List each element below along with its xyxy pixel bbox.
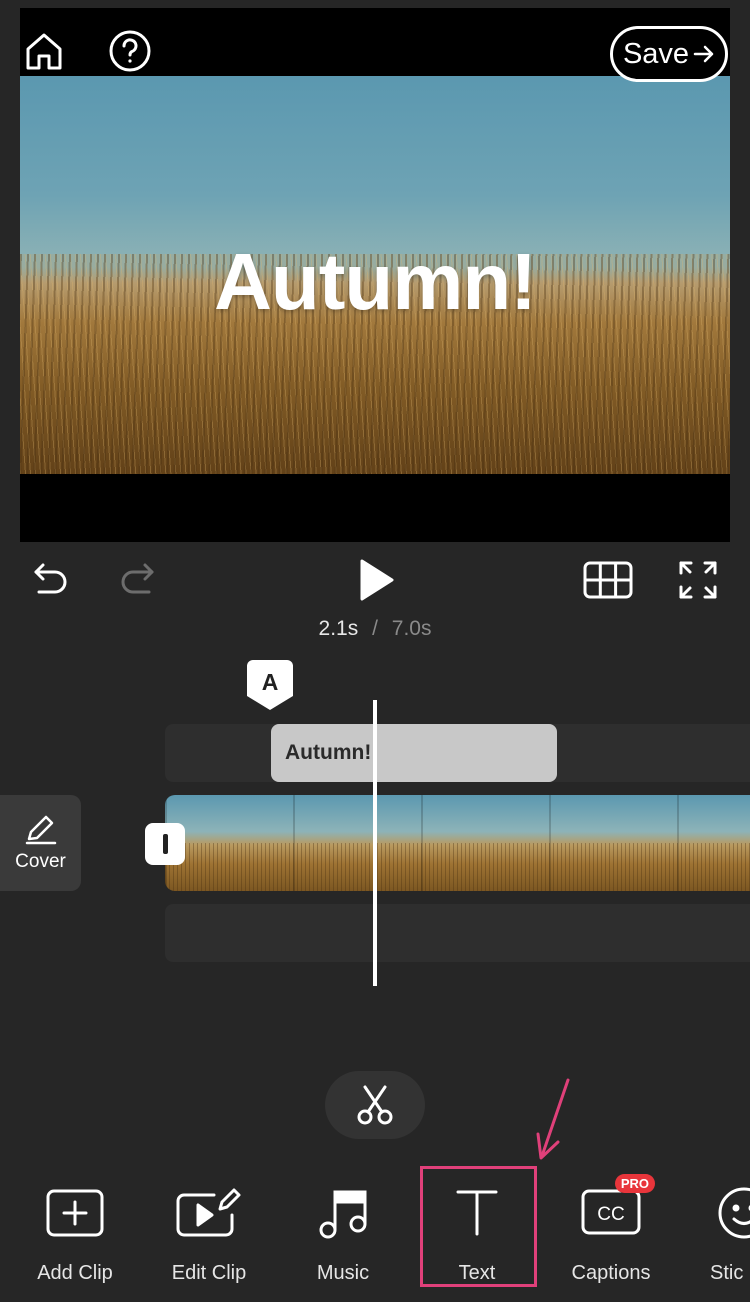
play-button[interactable] [350, 554, 402, 606]
arrow-right-icon [693, 45, 714, 63]
redo-icon [121, 563, 154, 594]
text-track-marker[interactable]: A [247, 660, 293, 710]
toolbar-captions[interactable]: CC PRO Captions [546, 1170, 676, 1288]
text-clip-label: Autumn! [285, 741, 372, 764]
total-time: 7.0s [391, 617, 432, 640]
undo-button[interactable] [28, 558, 74, 600]
text-overlay[interactable]: Autumn! [20, 236, 730, 328]
annotation-arrow [536, 1078, 570, 1160]
video-frame[interactable]: Autumn! [20, 76, 730, 474]
toolbar-label: Edit Clip [171, 1262, 247, 1284]
stickers-icon [718, 1187, 750, 1239]
toolbar-label: Add Clip [37, 1262, 113, 1284]
audio-track[interactable] [165, 904, 750, 962]
split-button[interactable] [325, 1071, 425, 1139]
toolbar-stickers[interactable]: Stic [680, 1170, 750, 1288]
grid-icon [583, 561, 633, 599]
pro-badge: PRO [614, 1174, 655, 1193]
home-button[interactable] [21, 28, 67, 74]
video-preview: Autumn! [20, 8, 730, 542]
trim-grip [162, 834, 168, 854]
time-separator: / [372, 617, 378, 640]
fullscreen-icon [679, 561, 717, 599]
cover-label: Cover [15, 851, 66, 872]
toolbar-label: Captions [571, 1262, 651, 1284]
save-button[interactable]: Save [610, 26, 728, 82]
marker-letter: A [261, 669, 279, 695]
save-label: Save [622, 37, 690, 70]
captions-icon: CC [581, 1189, 641, 1235]
edit-clip-icon [176, 1188, 241, 1237]
add-clip-icon [46, 1189, 104, 1237]
play-icon [360, 559, 394, 601]
fullscreen-button[interactable] [674, 556, 722, 604]
toolbar-edit-clip[interactable]: Edit Clip [144, 1170, 274, 1288]
redo-button[interactable] [114, 558, 160, 600]
grid-button[interactable] [580, 558, 636, 602]
clip-thumbnails [165, 843, 750, 891]
text-tool-highlight [420, 1166, 537, 1287]
svg-text:CC: CC [597, 1204, 624, 1225]
toolbar-music[interactable]: Music [278, 1170, 408, 1288]
playback-time: 2.1s / 7.0s [0, 617, 750, 641]
undo-icon [34, 563, 67, 594]
toolbar-label: Music [316, 1262, 370, 1284]
toolbar-add-clip[interactable]: Add Clip [10, 1170, 140, 1288]
playhead[interactable] [373, 700, 377, 986]
toolbar-label: Stic [710, 1262, 744, 1284]
help-button[interactable] [107, 28, 153, 74]
home-icon [26, 33, 62, 70]
music-icon [319, 1190, 367, 1239]
trim-handle[interactable] [145, 823, 185, 865]
scissors-icon [357, 1085, 393, 1125]
video-clip-track[interactable] [165, 795, 750, 891]
current-time: 2.1s [318, 617, 359, 640]
help-icon [109, 30, 151, 72]
cover-button[interactable]: Cover [0, 795, 81, 891]
pencil-icon [25, 815, 56, 845]
text-clip[interactable]: Autumn! [271, 724, 557, 782]
